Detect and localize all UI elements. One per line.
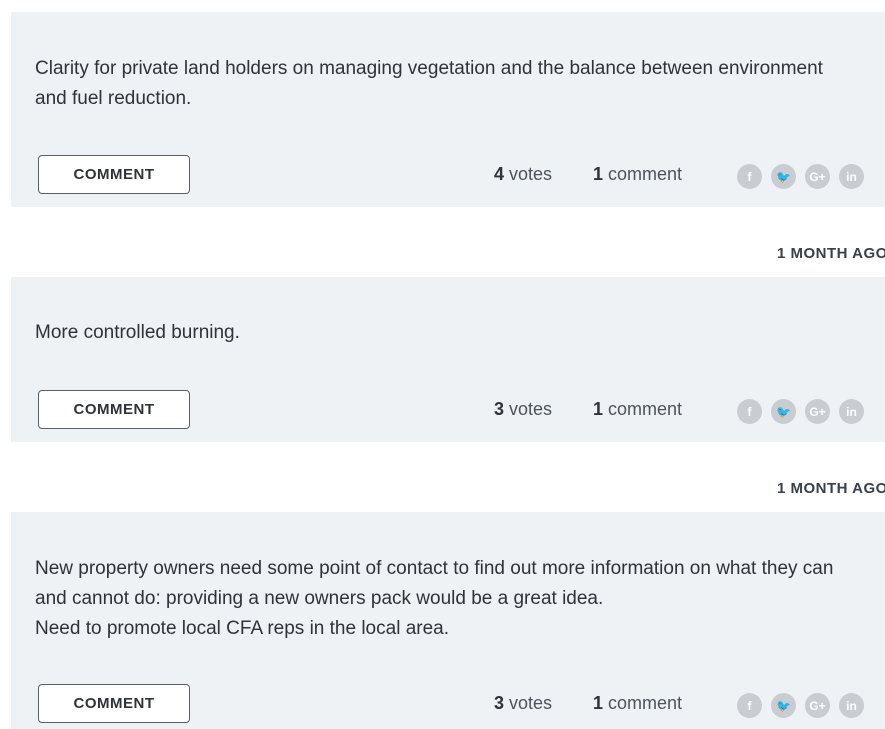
idea-text: Clarity for private land holders on mana… — [35, 54, 857, 114]
linkedin-icon[interactable]: in — [839, 399, 864, 424]
comment-button[interactable]: COMMENT — [38, 684, 190, 723]
idea-card: More controlled burning. COMMENT 3 votes… — [11, 277, 885, 442]
votes-label: votes — [509, 693, 553, 713]
post-timestamp: 1 MONTH AGO — [777, 480, 885, 497]
idea-text: New property owners need some point of c… — [35, 554, 857, 644]
comments-link[interactable]: 1 comment — [593, 693, 682, 714]
linkedin-icon[interactable]: in — [839, 693, 864, 718]
votes-number: 4 — [494, 164, 505, 184]
comment-button[interactable]: COMMENT — [38, 390, 190, 429]
google-plus-icon[interactable]: G+ — [805, 164, 830, 189]
idea-text: More controlled burning. — [35, 318, 857, 348]
comments-link[interactable]: 1 comment — [593, 399, 682, 420]
twitter-icon[interactable]: 🐦 — [771, 399, 796, 424]
google-plus-icon[interactable]: G+ — [805, 399, 830, 424]
comment-button[interactable]: COMMENT — [38, 155, 190, 194]
idea-text-line: Need to promote local CFA reps in the lo… — [35, 618, 450, 639]
twitter-icon[interactable]: 🐦 — [771, 693, 796, 718]
facebook-icon[interactable]: f — [737, 164, 762, 189]
twitter-icon[interactable]: 🐦 — [771, 164, 796, 189]
comments-label: comment — [608, 693, 683, 713]
comments-number: 1 — [593, 693, 604, 713]
votes-label: votes — [509, 399, 553, 419]
votes-number: 3 — [494, 693, 505, 713]
post-timestamp: 1 MONTH AGO — [777, 245, 885, 262]
linkedin-icon[interactable]: in — [839, 164, 864, 189]
idea-card: New property owners need some point of c… — [11, 512, 885, 729]
comments-link[interactable]: 1 comment — [593, 164, 682, 185]
idea-feed: Clarity for private land holders on mana… — [0, 0, 885, 729]
facebook-icon[interactable]: f — [737, 693, 762, 718]
google-plus-icon[interactable]: G+ — [805, 693, 830, 718]
votes-label: votes — [509, 164, 553, 184]
votes-count: 3 votes — [494, 399, 552, 420]
idea-text-line: Clarity for private land holders on mana… — [35, 58, 823, 109]
comments-number: 1 — [593, 399, 604, 419]
votes-count: 3 votes — [494, 693, 552, 714]
share-icons: f 🐦 G+ in — [737, 693, 864, 718]
comments-label: comment — [608, 399, 683, 419]
comments-number: 1 — [593, 164, 604, 184]
idea-text-line: More controlled burning. — [35, 322, 240, 343]
comments-label: comment — [608, 164, 683, 184]
votes-number: 3 — [494, 399, 505, 419]
votes-count: 4 votes — [494, 164, 552, 185]
idea-card: Clarity for private land holders on mana… — [11, 12, 885, 207]
idea-text-line: New property owners need some point of c… — [35, 558, 834, 609]
share-icons: f 🐦 G+ in — [737, 399, 864, 424]
share-icons: f 🐦 G+ in — [737, 164, 864, 189]
facebook-icon[interactable]: f — [737, 399, 762, 424]
